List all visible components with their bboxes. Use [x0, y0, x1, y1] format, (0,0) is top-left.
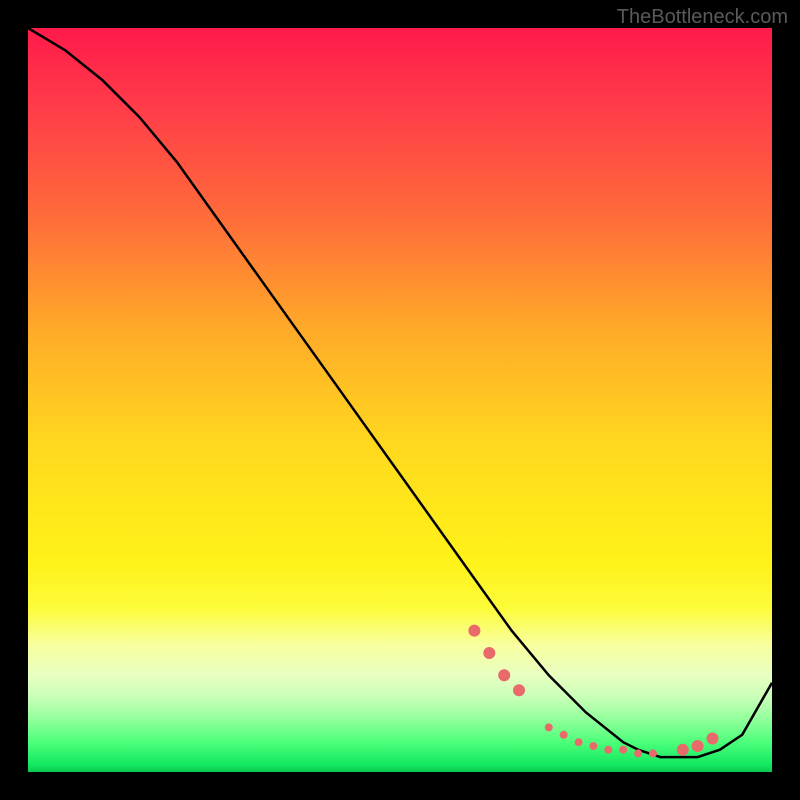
highlight-point: [619, 746, 627, 754]
watermark-text: TheBottleneck.com: [617, 6, 788, 29]
highlight-point: [498, 669, 510, 681]
highlight-points: [468, 625, 718, 758]
highlight-point: [604, 746, 612, 754]
highlight-point: [483, 647, 495, 659]
highlight-point: [513, 684, 525, 696]
highlight-point: [677, 744, 689, 756]
highlight-point: [560, 731, 568, 739]
highlight-point: [634, 749, 642, 757]
highlight-point: [545, 723, 553, 731]
highlight-point: [707, 733, 719, 745]
highlight-point: [589, 742, 597, 750]
highlight-point: [692, 740, 704, 752]
highlight-point: [649, 749, 657, 757]
chart-svg: [28, 28, 772, 772]
highlight-point: [575, 738, 583, 746]
bottleneck-curve: [28, 28, 772, 757]
highlight-point: [468, 625, 480, 637]
chart-plot-area: [28, 28, 772, 772]
